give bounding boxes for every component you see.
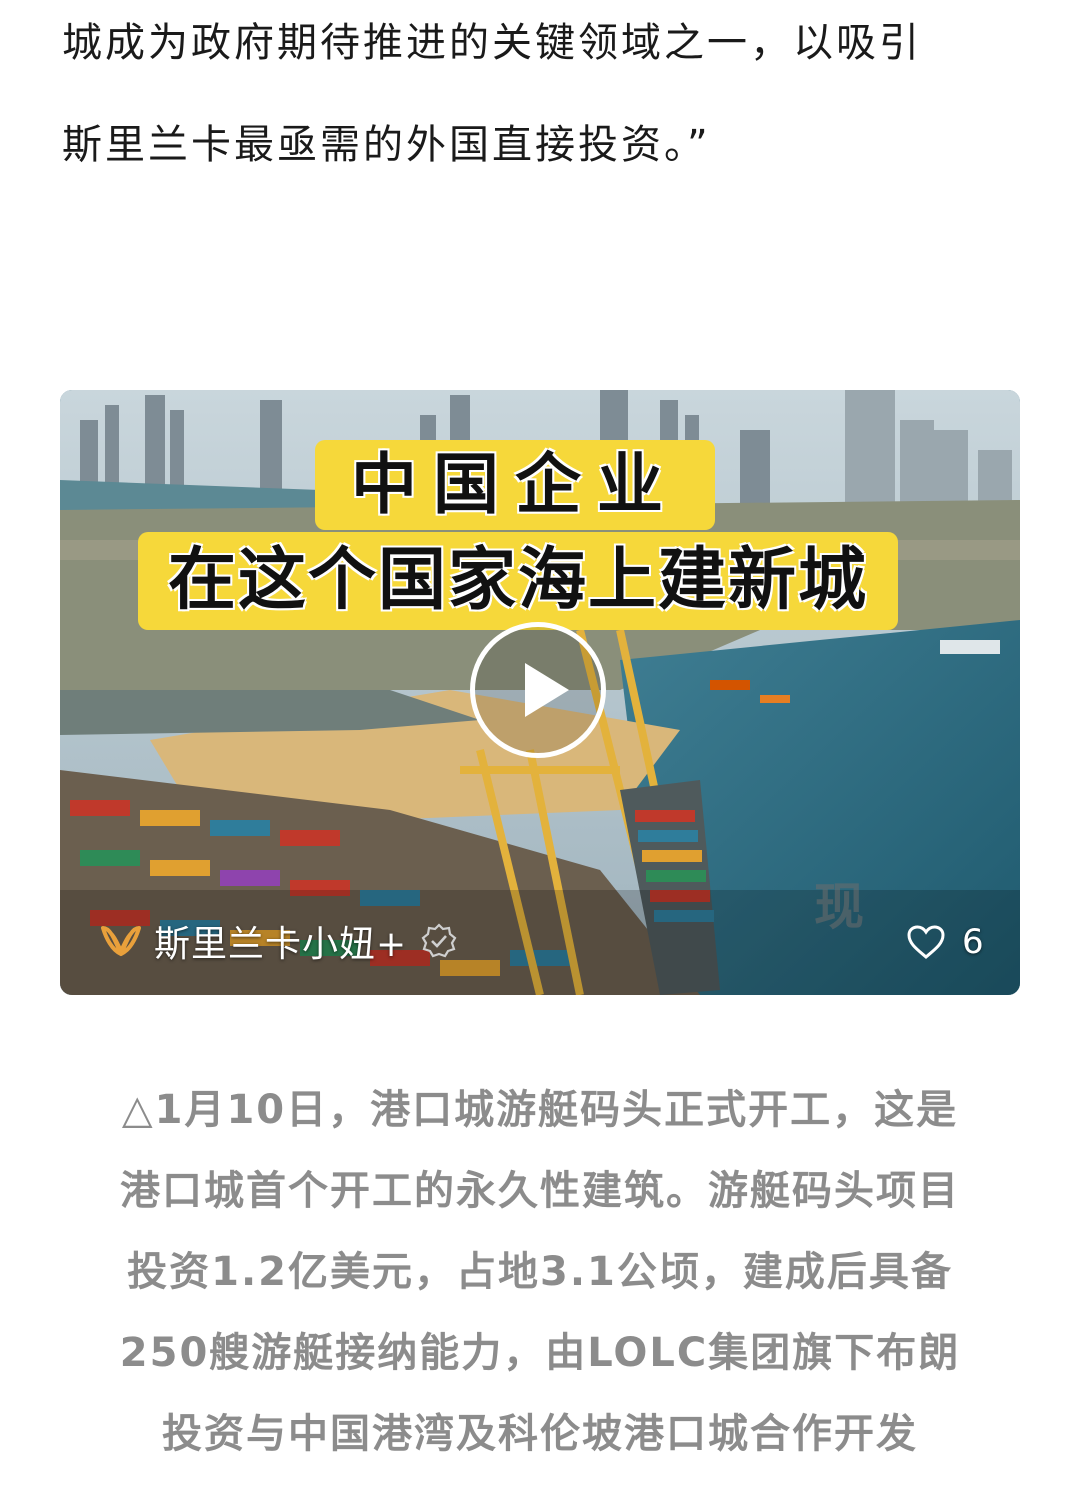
channel-name[interactable]: 斯里兰卡小妞+: [154, 915, 407, 967]
video-headline-line2: 在这个国家海上建新城: [138, 532, 898, 630]
verified-badge-icon: [421, 923, 457, 958]
play-icon: [525, 663, 569, 717]
caption-line: 投资与中国港湾及科伦坡港口城合作开发: [162, 1411, 918, 1457]
like-count: 6: [962, 922, 984, 962]
heart-icon: [907, 925, 945, 959]
play-button[interactable]: [470, 622, 606, 758]
caption-line: △1月10日，港口城游艇码头正式开工，这是: [121, 1087, 959, 1133]
watermark-logo: 现: [814, 878, 864, 936]
watermark-text: 现: [814, 878, 864, 936]
caption-line: 250艘游艇接纳能力，由LOLC集团旗下布朗: [119, 1330, 961, 1376]
video-card[interactable]: 中国企业 在这个国家海上建新城 斯里兰卡小妞+ 现 6: [60, 390, 1020, 995]
channel-logo-icon: [101, 926, 141, 956]
channel-info[interactable]: 斯里兰卡小妞+: [100, 915, 457, 967]
article-text-line: 斯里兰卡最亟需的外国直接投资。”: [62, 122, 711, 168]
like-button[interactable]: 6: [906, 920, 984, 964]
article-text-line: 城成为政府期待推进的关键领域之一，以吸引: [62, 20, 922, 66]
caption-line: 港口城首个开工的永久性建筑。游艇码头项目: [120, 1168, 960, 1214]
video-headline-line1: 中国企业: [315, 440, 715, 530]
caption-line: 投资1.2亿美元，占地3.1公顷，建成后具备: [127, 1249, 953, 1295]
